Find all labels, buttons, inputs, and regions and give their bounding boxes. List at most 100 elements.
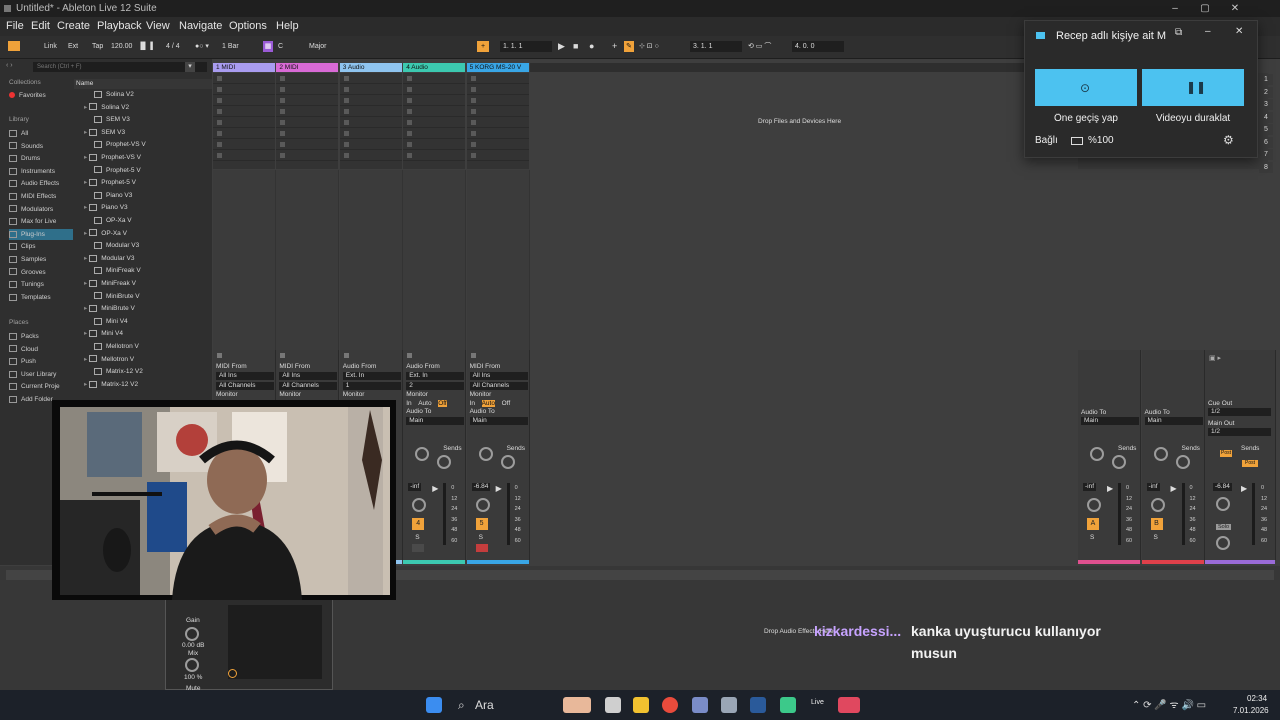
input-dropdown[interactable]: All Ins [216, 372, 274, 380]
record-icon[interactable]: ● [589, 41, 594, 52]
filter-icon[interactable]: ▾ [185, 62, 195, 72]
menu-navigate[interactable]: Navigate [179, 20, 222, 32]
menu-create[interactable]: Create [57, 20, 90, 32]
library-item-templates[interactable]: Templates [9, 292, 51, 303]
steam-icon[interactable] [750, 697, 766, 713]
clip-stop-icon[interactable] [407, 153, 413, 158]
expand-arrow-icon[interactable]: ▸ [84, 305, 87, 312]
scene-launch-2[interactable]: 2 [1259, 86, 1273, 98]
clip-slot[interactable] [403, 117, 466, 128]
expand-arrow-icon[interactable]: ▸ [84, 129, 87, 136]
clip-stop-icon[interactable] [343, 120, 349, 125]
master-toggle-icon[interactable]: ▣ ▸ [1209, 354, 1221, 362]
audio-to-dropdown[interactable]: Main [1081, 417, 1139, 425]
clip-stop-icon[interactable] [217, 142, 222, 147]
plugin-item[interactable]: Piano V3 [94, 190, 132, 203]
clip-slot[interactable] [466, 73, 529, 84]
clip-stop-icon[interactable] [217, 153, 222, 158]
scene-launch-8[interactable]: 8 [1259, 161, 1273, 173]
places-item-push[interactable]: Push [9, 356, 36, 367]
track-stop-icon[interactable] [407, 353, 413, 358]
main-out-dropdown[interactable]: 1/2 [1208, 428, 1271, 436]
clip-stop-icon[interactable] [343, 142, 349, 147]
loop-start-field[interactable]: 3. 1. 1 [690, 41, 742, 52]
plugin-item[interactable]: SEM V3 [94, 114, 130, 127]
clip-stop-icon[interactable] [343, 76, 349, 81]
clip-stop-icon[interactable] [407, 76, 413, 81]
track-header[interactable]: 3 Audio [339, 63, 402, 72]
plugin-item[interactable]: MiniFreak V [94, 265, 141, 278]
plugin-item[interactable]: ▸ Piano V3 [84, 202, 128, 215]
pan-knob[interactable] [412, 498, 427, 512]
master-pan-knob[interactable] [1216, 497, 1230, 511]
automation-arm-icon[interactable]: ✎ [624, 41, 634, 52]
tap-button[interactable]: Tap [92, 41, 103, 52]
pause-button[interactable]: ❚❚ [1142, 69, 1244, 106]
app-icon-green[interactable] [780, 697, 796, 713]
clip-slot[interactable] [276, 139, 339, 150]
clip-stop-icon[interactable] [470, 109, 476, 114]
windows-start-icon[interactable] [426, 697, 442, 713]
clip-slot[interactable] [276, 150, 339, 161]
menu-file[interactable]: File [6, 20, 24, 32]
clip-stop-icon[interactable] [343, 98, 349, 103]
track-header[interactable]: 5 KORG MS-20 V [466, 63, 529, 72]
song-position-field[interactable]: 1. 1. 1 [500, 41, 552, 52]
clip-slot[interactable] [403, 150, 466, 161]
expand-arrow-icon[interactable]: ▸ [84, 330, 87, 337]
link-button[interactable]: Link [44, 41, 57, 52]
input-dropdown[interactable]: Ext. In [406, 372, 465, 380]
pan-knob[interactable] [475, 498, 490, 512]
clip-stop-icon[interactable] [280, 98, 286, 103]
arm-button[interactable] [475, 544, 488, 552]
input-channel-dropdown[interactable]: 1 [342, 382, 401, 390]
fader-handle-icon[interactable]: ▶ [1171, 484, 1177, 493]
clip-slot[interactable] [466, 139, 529, 150]
places-item-current-proje[interactable]: Current Proje [9, 381, 60, 392]
tempo-field[interactable]: 120.00 [111, 41, 132, 52]
clip-slot[interactable] [213, 117, 275, 128]
expand-arrow-icon[interactable]: ▸ [84, 179, 87, 186]
audio-to-dropdown[interactable]: Main [469, 417, 528, 425]
clip-slot[interactable] [403, 106, 466, 117]
menu-view[interactable]: View [146, 20, 170, 32]
clip-stop-icon[interactable] [407, 131, 413, 136]
clip-stop-icon[interactable] [217, 109, 222, 114]
arm-button[interactable] [412, 544, 425, 552]
plugin-item[interactable]: ▸ MiniBrute V [84, 303, 135, 316]
clip-stop-icon[interactable] [407, 109, 413, 114]
plugin-item[interactable]: Matrix-12 V2 [94, 366, 143, 379]
solo-button[interactable]: S [479, 534, 483, 541]
track-stop-icon[interactable] [343, 353, 349, 358]
library-item-drums[interactable]: Drums [9, 153, 40, 164]
library-item-midi-effects[interactable]: MIDI Effects [9, 191, 56, 202]
scene-launch-4[interactable]: 4 [1259, 111, 1273, 123]
library-item-sounds[interactable]: Sounds [9, 141, 43, 152]
library-item-all[interactable]: All [9, 128, 28, 139]
clip-slot[interactable] [466, 95, 529, 106]
track-header[interactable]: 2 MIDI [276, 63, 339, 72]
solo-button[interactable]: S [1154, 534, 1158, 541]
plugin-item[interactable]: ▸ Mellotron V [84, 354, 134, 367]
fader-handle-icon[interactable]: ▶ [496, 484, 502, 493]
menu-playback[interactable]: Playback [97, 20, 142, 32]
settings-app-icon[interactable] [721, 697, 737, 713]
minimize-button[interactable]: – [1160, 0, 1190, 17]
plugin-item[interactable]: Mellotron V [94, 341, 139, 354]
input-dropdown[interactable]: All Ins [469, 372, 528, 380]
library-item-plug-ins[interactable]: Plug-Ins [9, 228, 73, 240]
clip-stop-icon[interactable] [280, 153, 286, 158]
library-item-tunings[interactable]: Tunings [9, 279, 44, 290]
monitor-off-button[interactable]: Off [502, 400, 511, 407]
clip-stop-icon[interactable] [343, 131, 349, 136]
stop-icon[interactable]: ■ [573, 41, 578, 52]
clip-stop-icon[interactable] [217, 87, 222, 92]
loop-length-field[interactable]: 4. 0. 0 [792, 41, 844, 52]
loop-icon[interactable]: ⟲ ▭ ⌒ [748, 41, 771, 52]
clip-slot[interactable] [213, 106, 275, 117]
return-volume-field[interactable]: -inf [1146, 483, 1160, 491]
clip-slot[interactable] [466, 128, 529, 139]
quantize-dropdown[interactable]: 1 Bar [222, 41, 239, 52]
widget-icon[interactable] [563, 697, 591, 713]
input-channel-dropdown[interactable]: All Channels [469, 382, 528, 390]
